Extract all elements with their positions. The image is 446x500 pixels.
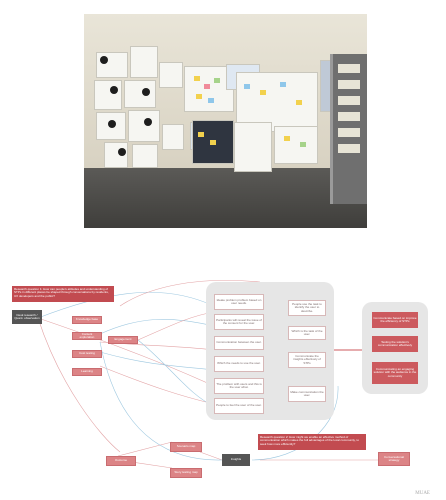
poster	[128, 110, 160, 142]
left-node: Content exploration	[72, 332, 102, 340]
poster	[162, 124, 184, 150]
photo-dot	[142, 88, 150, 96]
sticky	[296, 100, 302, 105]
research-process-diagram: Research question 1: How can people's at…	[0, 246, 446, 500]
center-card: Ideate problem problem based on user nee…	[214, 294, 264, 310]
poster	[132, 144, 158, 168]
whiteboard-stand	[330, 54, 367, 204]
poster	[124, 80, 156, 108]
sticky	[198, 132, 204, 137]
center-card: People use the task to identify the user…	[288, 300, 326, 316]
poster	[130, 46, 158, 78]
credit-mark: MUAE	[415, 491, 430, 496]
sticky	[204, 84, 210, 89]
left-node: Cost testing	[72, 350, 102, 358]
far-right-node: Conversational strategy	[378, 452, 410, 466]
photo-dot	[118, 148, 126, 156]
bottom-node: Story testing map	[170, 468, 202, 478]
center-card: Which the needs to use the user.	[214, 356, 264, 372]
floor	[84, 168, 367, 228]
center-card: Make communication the user.	[288, 386, 326, 402]
left-node: Learning	[72, 368, 102, 376]
sticky	[196, 94, 202, 99]
center-card: Communicate the insights effectively of …	[288, 352, 326, 368]
center-card: People to feel the user of the user.	[214, 398, 264, 414]
center-card: Which is the task of the user.	[288, 326, 326, 340]
sticky	[280, 82, 286, 87]
start-node: Desk research / Quant. observation	[12, 310, 42, 324]
sticky	[300, 142, 306, 147]
left-node: Knowledge base	[72, 316, 102, 324]
photo-dot	[108, 120, 116, 128]
poster	[274, 126, 318, 164]
right-card: Communicating an engaging solution with …	[372, 362, 418, 384]
research-question-2: Research question 2: How might we enable…	[258, 434, 366, 450]
sticky	[244, 84, 250, 89]
poster	[159, 62, 183, 88]
research-question-1: Research question 1: How can people's at…	[12, 286, 114, 302]
sticky	[194, 76, 200, 81]
center-card: Communication between the user.	[214, 336, 264, 350]
insights-node: Insights	[222, 454, 250, 466]
sticky	[284, 136, 290, 141]
engagement-node: Engagement	[108, 336, 138, 344]
right-card: Communicate based on improve the efficie…	[372, 312, 418, 328]
outcome-node: Outcome	[106, 456, 136, 466]
sticky	[214, 78, 220, 83]
sticky	[208, 98, 214, 103]
photo-dot	[144, 118, 152, 126]
center-card: The problem with users and this is the u…	[214, 378, 264, 394]
poster	[94, 80, 122, 110]
photo-dot	[110, 86, 118, 94]
poster	[234, 122, 272, 172]
bottom-node: Scenario map	[170, 442, 202, 452]
center-card: Participants will reveal the issue of th…	[214, 314, 264, 330]
sticky	[260, 90, 266, 95]
photo-dot	[100, 56, 108, 64]
research-wall-photo	[84, 14, 367, 228]
right-card: Testing the solution's communication eff…	[372, 336, 418, 352]
sticky	[210, 140, 216, 145]
